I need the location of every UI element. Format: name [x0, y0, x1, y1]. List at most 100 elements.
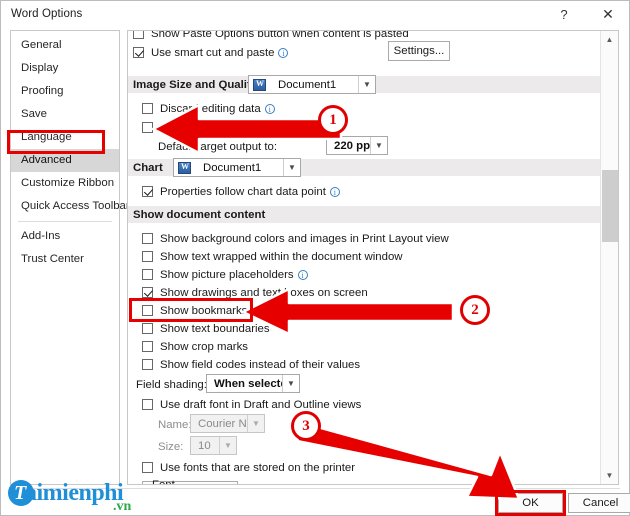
checkbox-icon[interactable]: [142, 122, 153, 133]
scroll-down-icon[interactable]: ▼: [601, 467, 618, 484]
checkbox-icon[interactable]: [142, 305, 153, 316]
close-icon[interactable]: ✕: [587, 1, 629, 27]
option-label: Show text boundaries: [160, 322, 270, 335]
checkbox-icon[interactable]: [142, 341, 153, 352]
dropdown-value: 220 ppi: [334, 139, 370, 152]
checkbox-icon[interactable]: [142, 269, 153, 280]
dropdown-value: 10: [191, 439, 219, 452]
sidebar-item-customize-ribbon[interactable]: Customize Ribbon: [11, 172, 119, 195]
checkbox-icon[interactable]: [142, 251, 153, 262]
option-label: Show crop marks: [160, 340, 248, 353]
option-show-bookmarks[interactable]: Show bookmarks: [142, 302, 247, 319]
settings-button[interactable]: Settings...: [388, 41, 450, 61]
draft-font-name-dropdown[interactable]: Courier New ▼: [190, 414, 265, 433]
sidebar-item-language[interactable]: Language: [11, 126, 119, 149]
sidebar-item-display[interactable]: Display: [11, 57, 119, 80]
dropdown-value: When selected: [214, 377, 282, 390]
checkbox-icon[interactable]: [142, 103, 153, 114]
image-scope-dropdown[interactable]: Document1 ▼: [248, 75, 376, 94]
scrollbar-thumb[interactable]: [602, 170, 618, 242]
cancel-button[interactable]: Cancel: [568, 493, 630, 513]
option-show-field-codes[interactable]: Show field codes instead of their values: [142, 356, 360, 373]
option-label: Use smart cut and paste: [151, 46, 275, 59]
sidebar-item-trust-center[interactable]: Trust Center: [11, 248, 119, 271]
info-icon[interactable]: i: [278, 47, 289, 58]
info-icon[interactable]: i: [264, 103, 275, 114]
option-show-text-wrapped[interactable]: Show text wrapped within the document wi…: [142, 248, 403, 265]
checkbox-icon[interactable]: [133, 47, 144, 58]
option-label: Show text wrapped within the document wi…: [160, 250, 403, 263]
option-properties-follow-chart[interactable]: Properties follow chart data point i: [142, 183, 340, 200]
document-icon: [253, 78, 266, 91]
footer-divider: [10, 488, 620, 489]
option-do-not-compress[interactable]: Do not compress images in file i: [142, 119, 330, 136]
option-label: Do not compress images in file: [160, 121, 316, 134]
document-icon: [178, 161, 191, 174]
field-shading-dropdown[interactable]: When selected ▼: [206, 374, 300, 393]
step-badge-3: 3: [291, 411, 321, 441]
label-font-name: Name:: [158, 416, 192, 433]
label-default-target-output: Default target output to:: [158, 138, 277, 155]
scroll-up-icon[interactable]: ▲: [601, 31, 618, 48]
option-show-background-colors[interactable]: Show background colors and images in Pri…: [142, 230, 449, 247]
option-label: Show Paste Options button when content i…: [151, 31, 409, 40]
sidebar-item-add-ins[interactable]: Add-Ins: [11, 225, 119, 248]
chevron-down-icon[interactable]: ▼: [370, 137, 387, 154]
sidebar-item-advanced[interactable]: Advanced: [11, 149, 119, 172]
checkbox-icon[interactable]: [142, 233, 153, 244]
watermark-initial: T: [14, 482, 27, 504]
vertical-scrollbar[interactable]: ▲ ▼: [600, 31, 618, 484]
sidebar-item-quick-access-toolbar[interactable]: Quick Access Toolbar: [11, 195, 130, 218]
option-label: Show field codes instead of their values: [160, 358, 361, 371]
page-title: Word Options: [11, 8, 83, 20]
word-options-dialog: Word Options ? ✕ General Display Proofin…: [0, 0, 630, 516]
checkbox-icon[interactable]: [142, 462, 153, 473]
checkbox-icon[interactable]: [142, 287, 153, 298]
chart-scope-dropdown[interactable]: Document1 ▼: [173, 158, 301, 177]
sidebar: General Display Proofing Save Language A…: [10, 30, 130, 485]
info-icon[interactable]: i: [297, 269, 308, 280]
label-font-size: Size:: [158, 438, 183, 455]
checkbox-icon[interactable]: [142, 323, 153, 334]
option-label: Show drawings and text boxes on screen: [160, 286, 368, 299]
section-show-document-content: Show document content: [128, 206, 600, 223]
info-icon[interactable]: i: [329, 186, 340, 197]
option-use-printer-fonts[interactable]: Use fonts that are stored on the printer: [142, 459, 355, 476]
chevron-down-icon[interactable]: ▼: [219, 437, 236, 454]
option-label: Use fonts that are stored on the printer: [160, 461, 356, 474]
default-target-output-dropdown[interactable]: 220 ppi ▼: [326, 136, 388, 155]
checkbox-icon[interactable]: [142, 359, 153, 370]
chevron-down-icon[interactable]: ▼: [282, 375, 299, 392]
font-substitution-button[interactable]: Font Substitution...: [142, 479, 238, 484]
draft-font-size-dropdown[interactable]: 10 ▼: [190, 436, 237, 455]
sidebar-item-proofing[interactable]: Proofing: [11, 80, 119, 103]
chevron-down-icon[interactable]: ▼: [247, 415, 264, 432]
dropdown-value: Document1: [278, 78, 337, 91]
help-icon[interactable]: ?: [543, 1, 585, 27]
option-label: Show picture placeholders: [160, 268, 294, 281]
checkbox-icon[interactable]: [133, 31, 144, 39]
options-content: Show Paste Options button when content i…: [128, 31, 600, 484]
sidebar-item-save[interactable]: Save: [11, 103, 119, 126]
checkbox-icon[interactable]: [142, 186, 153, 197]
sidebar-divider: [18, 221, 112, 222]
checkbox-icon[interactable]: [142, 399, 153, 410]
option-show-drawings[interactable]: Show drawings and text boxes on screen: [142, 284, 368, 301]
section-title: Image Size and Quality: [133, 78, 258, 91]
chevron-down-icon[interactable]: ▼: [283, 159, 300, 176]
option-smart-cut-paste[interactable]: Use smart cut and paste i: [133, 44, 289, 61]
option-show-paste-options[interactable]: Show Paste Options button when content i…: [133, 31, 409, 42]
option-show-crop-marks[interactable]: Show crop marks: [142, 338, 248, 355]
option-show-picture-placeholders[interactable]: Show picture placeholders i: [142, 266, 308, 283]
option-label: Name:: [158, 418, 192, 431]
sidebar-item-general[interactable]: General: [11, 34, 119, 57]
option-show-text-boundaries[interactable]: Show text boundaries: [142, 320, 270, 337]
title-bar: Word Options ? ✕: [1, 1, 629, 28]
options-panel: Show Paste Options button when content i…: [127, 30, 619, 485]
option-label: Field shading:: [136, 378, 207, 391]
chevron-down-icon[interactable]: ▼: [358, 76, 375, 93]
section-title: Show document content: [133, 208, 266, 221]
option-use-draft-font[interactable]: Use draft font in Draft and Outline view…: [142, 396, 361, 413]
ok-button[interactable]: OK: [498, 493, 563, 513]
option-discard-editing-data[interactable]: Discard editing data i: [142, 100, 275, 117]
